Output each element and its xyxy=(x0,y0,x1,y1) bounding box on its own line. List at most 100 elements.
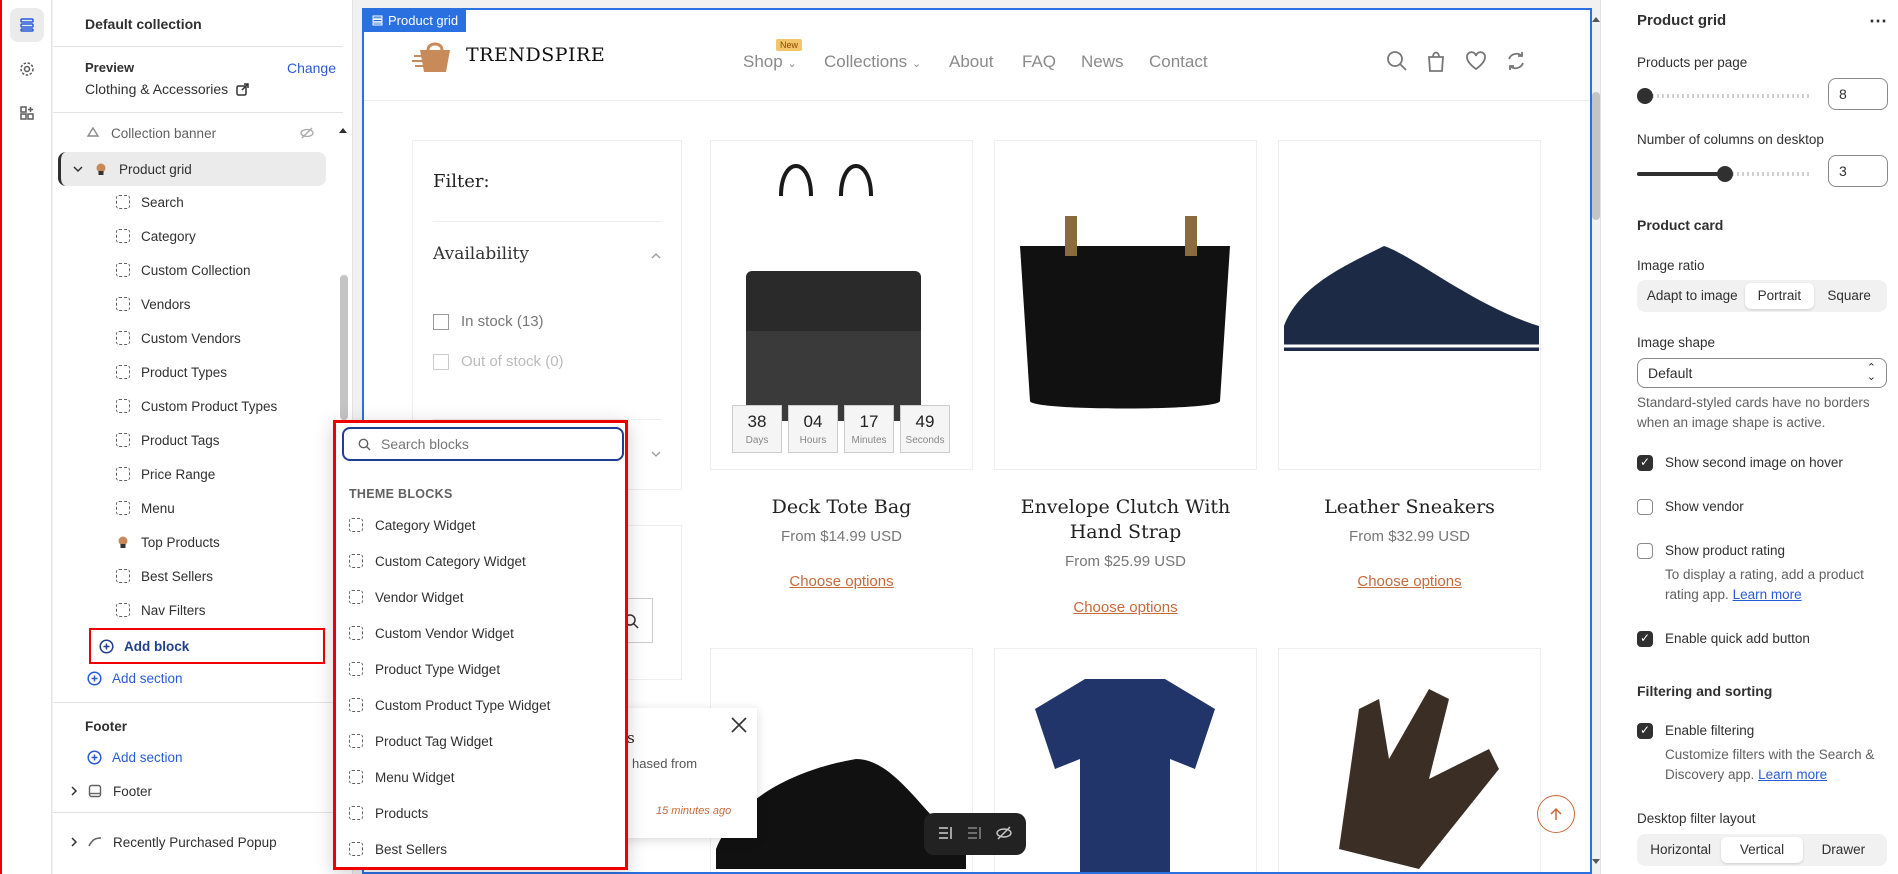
store-logo[interactable]: TRENDSPIRE xyxy=(412,36,605,74)
chevron-down-icon[interactable] xyxy=(651,446,661,461)
nav-collections[interactable]: Collections ⌄ xyxy=(824,52,921,72)
chevron-down-icon[interactable] xyxy=(73,162,83,177)
block-option[interactable]: Vendor Widget xyxy=(349,583,619,611)
nav-news[interactable]: News xyxy=(1081,52,1124,72)
choose-options-link[interactable]: Choose options xyxy=(994,599,1257,616)
chevron-right-icon[interactable] xyxy=(69,784,79,799)
products-per-page-input[interactable]: 8 xyxy=(1828,78,1888,110)
add-section-button[interactable]: Add section xyxy=(87,663,352,693)
apps-icon[interactable] xyxy=(10,96,44,130)
block-item[interactable]: Top Products xyxy=(115,527,325,557)
section-recently-purchased-popup[interactable]: Recently Purchased Popup xyxy=(69,827,349,857)
scroll-up-arrow-icon[interactable] xyxy=(1592,10,1600,25)
countdown-timer: 38 Days 04 Hours 17 Minutes 49 Seconds xyxy=(732,405,950,453)
image-ratio-square[interactable]: Square xyxy=(1814,283,1884,309)
scroll-up-arrow-icon[interactable] xyxy=(338,122,348,137)
block-option[interactable]: Menu Widget xyxy=(349,763,619,791)
block-item[interactable]: Custom Product Types xyxy=(115,391,325,421)
nav-contact[interactable]: Contact xyxy=(1149,52,1208,72)
choose-options-link[interactable]: Choose options xyxy=(1278,573,1541,590)
block-item[interactable]: Search xyxy=(115,187,325,217)
heart-icon[interactable] xyxy=(1465,50,1487,75)
search-icon[interactable] xyxy=(1386,50,1408,75)
learn-more-link[interactable]: Learn more xyxy=(1733,587,1802,602)
block-item[interactable]: Product Types xyxy=(115,357,325,387)
product-card-image[interactable] xyxy=(994,648,1257,872)
product-card-image[interactable] xyxy=(1278,648,1541,872)
filter-layout-drawer[interactable]: Drawer xyxy=(1803,837,1884,863)
block-option[interactable]: Products xyxy=(349,799,619,827)
footer-add-section-button[interactable]: Add section xyxy=(87,742,352,772)
compare-icon[interactable] xyxy=(1505,50,1527,75)
product-title[interactable]: Envelope Clutch With Hand Strap xyxy=(994,495,1257,545)
show-second-image-checkbox[interactable]: ✓ xyxy=(1637,455,1653,471)
out-stock-option[interactable]: Out of stock (0) xyxy=(433,353,564,370)
block-option[interactable]: Product Type Widget xyxy=(349,655,619,683)
section-product-grid[interactable]: Product grid xyxy=(58,152,326,186)
availability-toggle[interactable]: Availability xyxy=(433,244,661,264)
search-blocks-input[interactable] xyxy=(381,436,601,452)
block-option[interactable]: Best Sellers xyxy=(349,835,619,863)
sections-icon[interactable] xyxy=(10,8,44,42)
cart-icon[interactable] xyxy=(1426,50,1446,75)
section-footer[interactable]: Footer xyxy=(69,776,349,806)
plus-circle-icon xyxy=(99,638,114,654)
block-option[interactable]: Custom Product Type Widget xyxy=(349,691,619,719)
filter-layout-vertical[interactable]: Vertical xyxy=(1721,837,1803,863)
block-item[interactable]: Custom Vendors xyxy=(115,323,325,353)
more-options-icon[interactable]: ⋯ xyxy=(1869,11,1887,32)
section-collection-banner[interactable]: Collection banner xyxy=(85,119,352,147)
block-option[interactable]: Custom Vendor Widget xyxy=(349,619,619,647)
reorder-icon[interactable] xyxy=(938,826,954,843)
product-card-image[interactable] xyxy=(994,140,1257,470)
block-item[interactable]: Vendors xyxy=(115,289,325,319)
image-shape-select[interactable]: Default ⌃ ⌄ xyxy=(1637,358,1887,388)
eye-hidden-icon[interactable] xyxy=(995,826,1012,843)
nav-shop[interactable]: Shop ⌄ xyxy=(743,52,797,72)
block-item[interactable]: Nav Filters xyxy=(115,595,325,625)
search-blocks-field[interactable] xyxy=(342,427,624,461)
block-item[interactable]: Category xyxy=(115,221,325,251)
enable-filtering-checkbox[interactable]: ✓ xyxy=(1637,723,1653,739)
nav-faq[interactable]: FAQ xyxy=(1022,52,1056,72)
sidebar-scrollbar[interactable] xyxy=(340,275,348,420)
choose-options-link[interactable]: Choose options xyxy=(710,573,973,590)
gear-icon[interactable] xyxy=(10,52,44,86)
eye-hidden-icon[interactable] xyxy=(300,126,314,143)
block-option[interactable]: Category Widget xyxy=(349,511,619,539)
show-vendor-checkbox[interactable] xyxy=(1637,499,1653,515)
checkbox[interactable] xyxy=(433,313,449,330)
product-title[interactable]: Leather Sneakers xyxy=(1278,495,1541,520)
block-option[interactable]: Custom Category Widget xyxy=(349,547,619,575)
image-ratio-adapt[interactable]: Adapt to image xyxy=(1640,283,1745,309)
checkbox[interactable] xyxy=(433,353,449,370)
slider-handle[interactable] xyxy=(1717,166,1733,182)
products-per-page-slider[interactable] xyxy=(1637,94,1812,98)
slider-handle[interactable] xyxy=(1637,88,1653,104)
quick-add-checkbox[interactable]: ✓ xyxy=(1637,631,1653,647)
learn-more-link[interactable]: Learn more xyxy=(1758,767,1827,782)
block-item[interactable]: Best Sellers xyxy=(115,561,325,591)
close-icon[interactable] xyxy=(730,716,748,737)
preview-scrollbar[interactable] xyxy=(1592,92,1600,220)
nav-about[interactable]: About xyxy=(949,52,993,72)
filter-layout-horizontal[interactable]: Horizontal xyxy=(1640,837,1721,863)
add-block-button[interactable]: Add block xyxy=(89,628,325,664)
change-link[interactable]: Change xyxy=(287,60,336,76)
image-ratio-portrait[interactable]: Portrait xyxy=(1744,283,1815,309)
block-option[interactable]: Product Tag Widget xyxy=(349,727,619,755)
chevron-right-icon[interactable] xyxy=(69,835,79,850)
block-item[interactable]: Menu xyxy=(115,493,325,523)
preview-value[interactable]: Clothing & Accessories xyxy=(85,81,249,99)
block-item[interactable]: Price Range xyxy=(115,459,325,489)
in-stock-option[interactable]: In stock (13) xyxy=(433,313,544,330)
block-item[interactable]: Product Tags xyxy=(115,425,325,455)
product-card-image[interactable] xyxy=(1278,140,1541,470)
list-icon[interactable] xyxy=(967,826,983,843)
scroll-down-arrow-icon[interactable] xyxy=(1592,853,1600,868)
product-title[interactable]: Deck Tote Bag xyxy=(710,495,973,520)
columns-input[interactable]: 3 xyxy=(1828,155,1888,187)
show-rating-checkbox[interactable] xyxy=(1637,543,1653,559)
scroll-to-top-button[interactable] xyxy=(1537,795,1575,833)
block-item[interactable]: Custom Collection xyxy=(115,255,325,285)
